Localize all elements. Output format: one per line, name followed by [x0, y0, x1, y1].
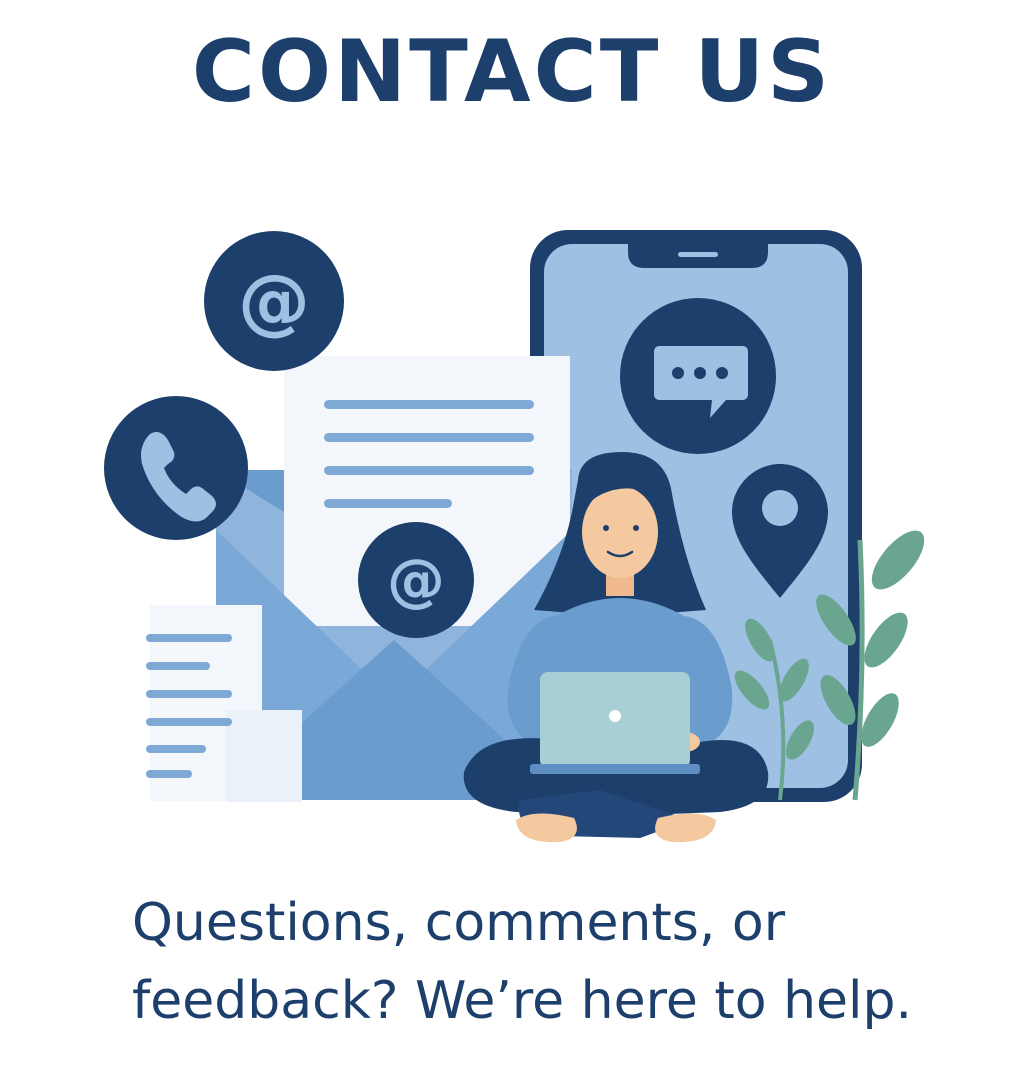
at-sign-icon: @ — [358, 522, 474, 638]
svg-text:@: @ — [238, 259, 310, 343]
tagline-line-2: feedback? We’re here to help. — [132, 971, 913, 1031]
svg-text:@: @ — [387, 546, 445, 614]
laptop-icon — [530, 672, 700, 774]
at-sign-icon: @ — [204, 231, 344, 371]
phone-icon — [104, 396, 248, 540]
tagline: Questions, comments, or feedback? We’re … — [132, 884, 1002, 1040]
chat-bubble-icon — [620, 298, 776, 454]
tagline-line-1: Questions, comments, or — [132, 893, 786, 953]
